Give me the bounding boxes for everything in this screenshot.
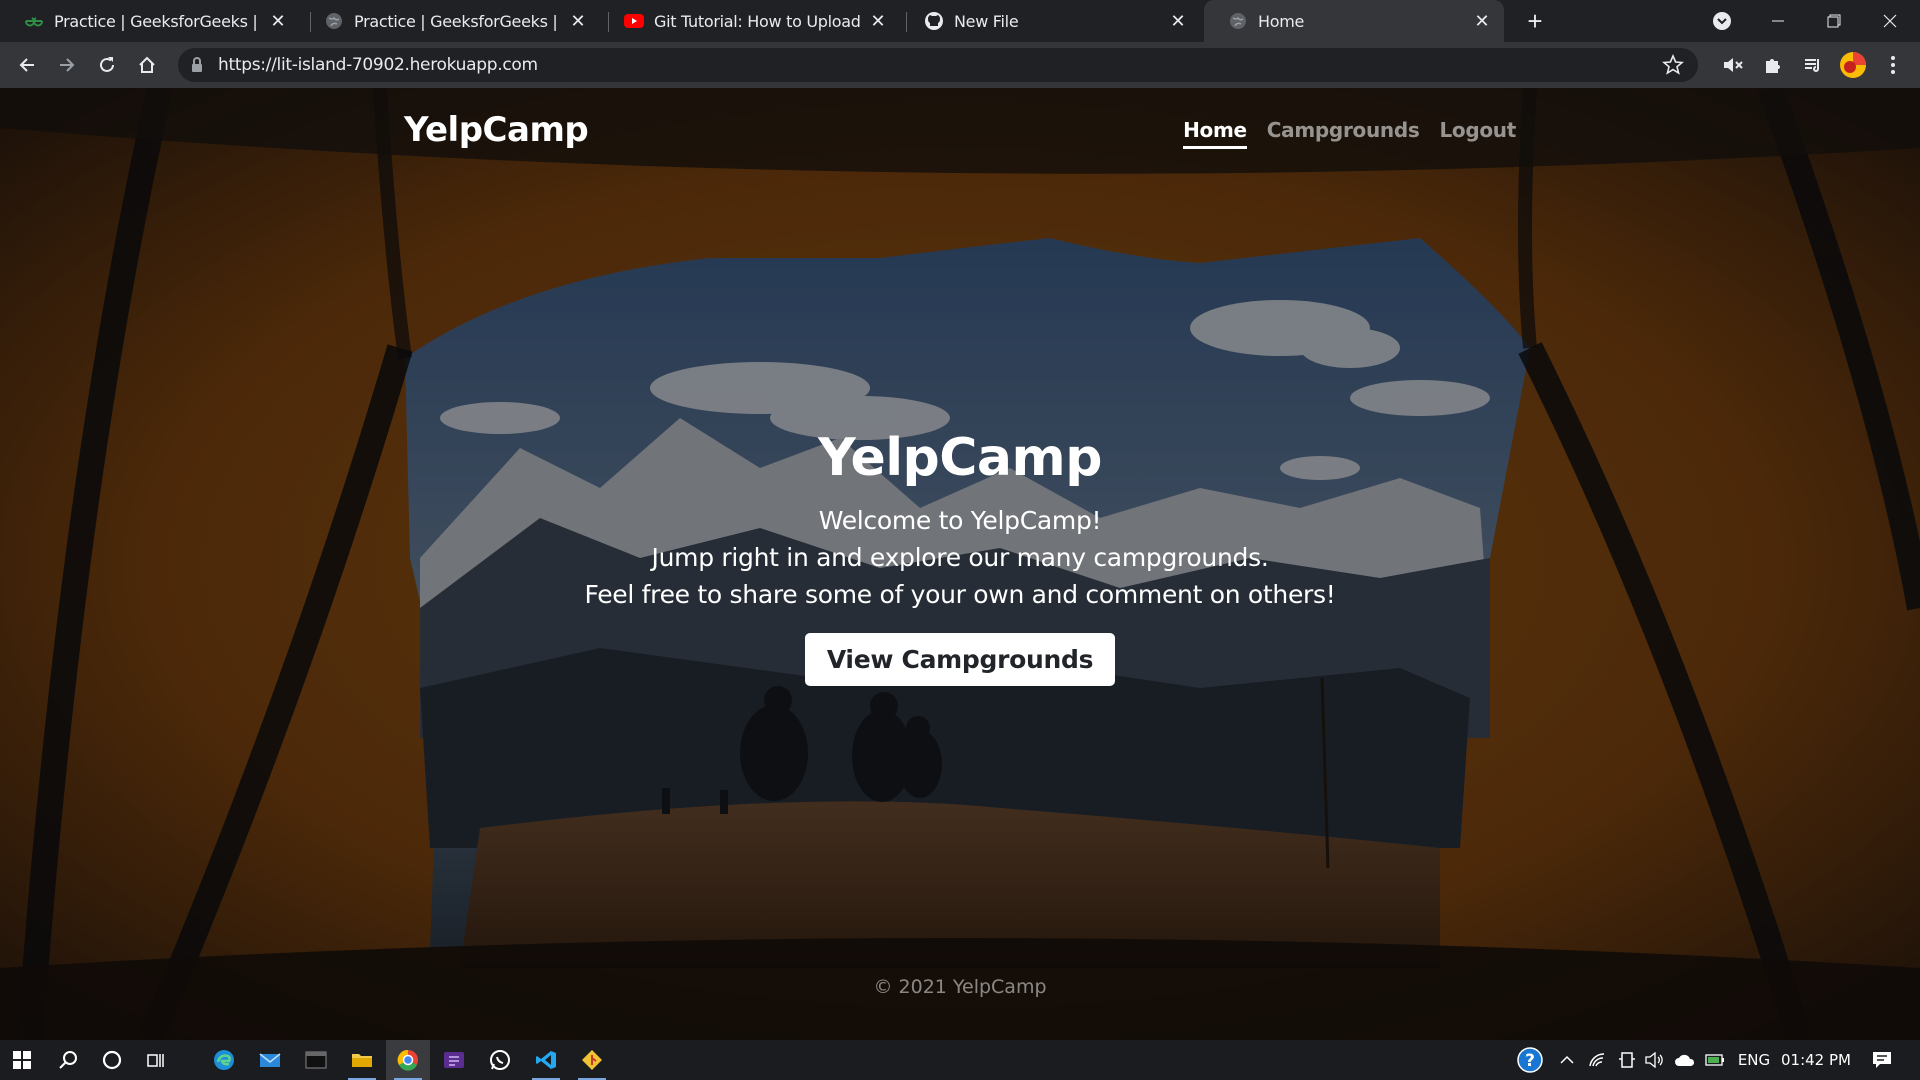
task-view-icon[interactable]: [134, 1040, 178, 1080]
view-campgrounds-button[interactable]: View Campgrounds: [804, 633, 1116, 686]
profile-avatar-icon[interactable]: [1838, 50, 1868, 80]
windows-start-icon[interactable]: [0, 1040, 44, 1080]
address-bar[interactable]: https://lit-island-70902.herokuapp.com: [178, 48, 1698, 82]
home-icon[interactable]: [132, 50, 162, 80]
youtube-icon: [624, 11, 644, 31]
nav-campgrounds-link[interactable]: Campgrounds: [1267, 118, 1420, 149]
notifications-icon[interactable]: [1862, 1040, 1902, 1080]
browser-tab-5-active[interactable]: Home ✕: [1204, 0, 1504, 42]
hero-section: YelpCamp Welcome to YelpCamp! Jump right…: [0, 428, 1920, 686]
edge-browser-icon[interactable]: [202, 1040, 246, 1080]
chrome-browser-icon[interactable]: [386, 1040, 430, 1080]
device-icon[interactable]: [1612, 1040, 1642, 1080]
tab-title: Git Tutorial: How to Upload your: [654, 11, 860, 31]
windows-taskbar: ? ENG 01:42 PM: [0, 1040, 1920, 1080]
search-icon[interactable]: [46, 1040, 90, 1080]
close-icon[interactable]: ✕: [268, 11, 288, 31]
svg-text:?: ?: [1525, 1051, 1535, 1071]
wifi-icon[interactable]: [1582, 1040, 1612, 1080]
bookmark-star-icon[interactable]: [1662, 53, 1684, 81]
web-page: YelpCamp Home Campgrounds Logout YelpCam…: [0, 88, 1920, 1040]
lock-icon[interactable]: [190, 56, 204, 79]
tab-search-icon[interactable]: [1694, 0, 1750, 42]
forward-arrow-icon[interactable]: [52, 50, 82, 80]
browser-toolbar: https://lit-island-70902.herokuapp.com: [0, 42, 1920, 88]
show-hidden-icons-chevron-icon[interactable]: [1552, 1040, 1582, 1080]
browser-menu-icon[interactable]: [1878, 50, 1908, 80]
main-nav: Home Campgrounds Logout: [1183, 118, 1516, 149]
muted-speaker-icon[interactable]: [1718, 50, 1748, 80]
close-icon[interactable]: ✕: [568, 11, 588, 31]
hero-explore-text: Jump right in and explore our many campg…: [651, 543, 1269, 572]
back-arrow-icon[interactable]: [12, 50, 42, 80]
new-tab-button[interactable]: +: [1520, 6, 1550, 36]
browser-tab-4[interactable]: New File ✕: [900, 0, 1200, 42]
tab-title: Practice | GeeksforGeeks | A com: [54, 11, 260, 31]
browser-tab-2[interactable]: Practice | GeeksforGeeks | A com ✕: [300, 0, 600, 42]
globe-icon: [1228, 11, 1248, 31]
hero-title: YelpCamp: [818, 428, 1102, 488]
browser-tab-strip: Practice | GeeksforGeeks | A com ✕ Pract…: [0, 0, 1920, 42]
tab-title: Practice | GeeksforGeeks | A com: [354, 11, 560, 31]
cortana-icon[interactable]: [90, 1040, 134, 1080]
footer-copyright: © 2021 YelpCamp: [873, 976, 1047, 998]
close-icon[interactable]: ✕: [868, 11, 888, 31]
browser-tab-3[interactable]: Git Tutorial: How to Upload your ✕: [600, 0, 900, 42]
reload-icon[interactable]: [92, 50, 122, 80]
media-playlist-icon[interactable]: [1798, 50, 1828, 80]
whatsapp-icon[interactable]: [478, 1040, 522, 1080]
vscode-icon[interactable]: [524, 1040, 568, 1080]
help-icon[interactable]: ?: [1512, 1040, 1548, 1080]
nav-logout-link[interactable]: Logout: [1439, 118, 1516, 149]
hero-share-text: Feel free to share some of your own and …: [584, 580, 1336, 609]
mail-icon[interactable]: [248, 1040, 292, 1080]
tab-title: Home: [1258, 11, 1305, 31]
github-icon: [924, 11, 944, 31]
git-gui-icon[interactable]: [570, 1040, 614, 1080]
restore-icon[interactable]: [1806, 0, 1862, 42]
brand-logo[interactable]: YelpCamp: [404, 110, 589, 150]
extensions-puzzle-icon[interactable]: [1758, 50, 1788, 80]
browser-tab-1[interactable]: Practice | GeeksforGeeks | A com ✕: [0, 0, 300, 42]
onedrive-cloud-icon[interactable]: [1670, 1040, 1700, 1080]
system-clock[interactable]: 01:42 PM: [1778, 1040, 1854, 1080]
geeksforgeeks-icon: [24, 11, 44, 31]
hero-welcome-text: Welcome to YelpCamp!: [818, 506, 1102, 535]
url-text: https://lit-island-70902.herokuapp.com: [218, 55, 538, 75]
tab-title: New File: [954, 11, 1019, 31]
battery-icon[interactable]: [1700, 1040, 1730, 1080]
close-icon[interactable]: ✕: [1472, 11, 1492, 31]
nav-home-link[interactable]: Home: [1183, 118, 1247, 149]
file-explorer-icon[interactable]: [340, 1040, 384, 1080]
volume-icon[interactable]: [1640, 1040, 1670, 1080]
music-app-icon[interactable]: [432, 1040, 476, 1080]
minimize-icon[interactable]: [1750, 0, 1806, 42]
close-icon[interactable]: ✕: [1168, 11, 1188, 31]
terminal-icon[interactable]: [294, 1040, 338, 1080]
input-language-indicator[interactable]: ENG: [1730, 1040, 1778, 1080]
window-close-icon[interactable]: [1862, 0, 1918, 42]
globe-icon: [324, 11, 344, 31]
